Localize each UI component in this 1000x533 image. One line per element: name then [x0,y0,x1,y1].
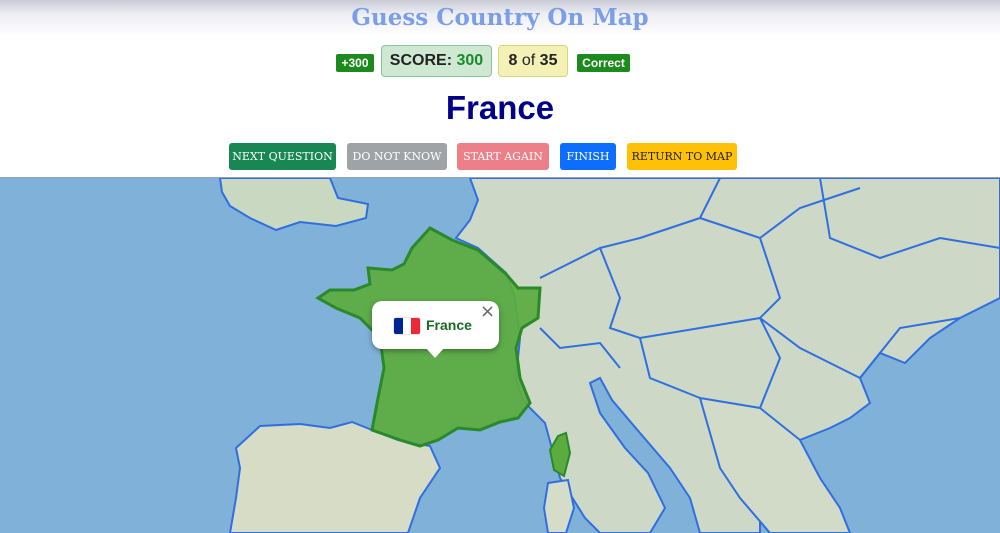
finish-button[interactable]: Finish [560,143,616,170]
score-value: 300 [456,52,484,69]
map-view[interactable]: France × [0,178,1000,533]
question-country: France [445,89,555,126]
progress-current: 8 [508,52,518,69]
land-sardinia[interactable] [542,478,576,533]
next-question-button[interactable]: Next Question [229,143,336,170]
do-not-know-button[interactable]: Do not know [347,143,447,170]
popup-tip [425,347,445,358]
score-label: SCORE: [389,52,453,69]
close-icon[interactable]: × [480,303,495,321]
progress-of: of [521,52,536,69]
score-bar: +300 SCORE: 300 8 of 35 Correct [0,45,1000,77]
score-box: SCORE: 300 [381,45,492,77]
progress-total: 35 [539,52,558,69]
france-flag-icon [394,318,420,334]
points-gained-badge: +300 [336,54,374,72]
country-popup: France × [372,301,499,358]
header-panel: Guess Country On Map +300 SCORE: 300 8 o… [0,0,1000,178]
flag-stripe-red [411,318,420,334]
return-to-map-button[interactable]: Return to map [627,143,737,170]
start-again-button[interactable]: Start Again [457,143,549,170]
progress-box: 8 of 35 [498,45,568,77]
popup-country-name: France [426,317,472,333]
answer-status-badge: Correct [577,54,630,72]
page-title: Guess Country On Map [351,4,649,31]
flag-stripe-white [402,318,412,334]
flag-stripe-blue [394,318,403,334]
map-canvas[interactable] [0,178,1000,533]
